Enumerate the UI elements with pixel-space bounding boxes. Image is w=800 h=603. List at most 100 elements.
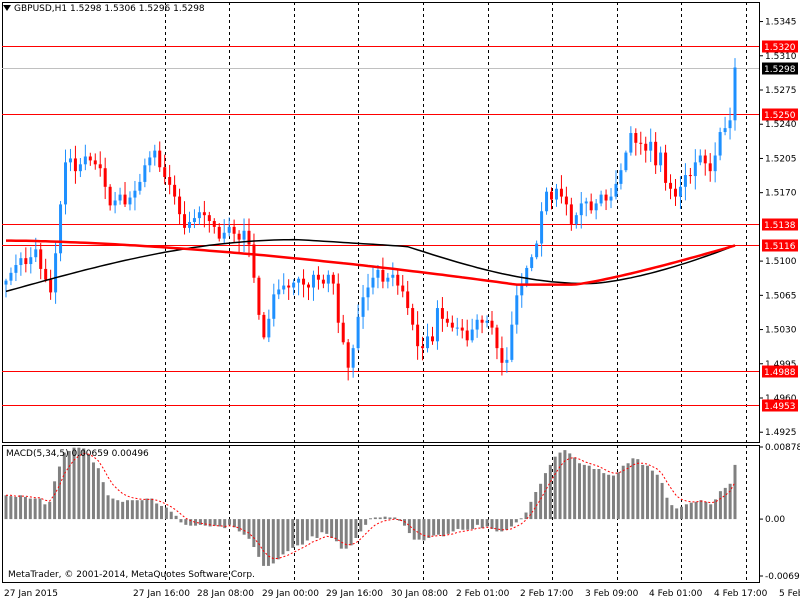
macd-bar xyxy=(228,519,232,525)
macd-bar xyxy=(607,474,611,520)
candle-body xyxy=(564,196,568,205)
candle-body xyxy=(465,330,469,341)
candle-body xyxy=(416,324,420,347)
macd-bar xyxy=(631,458,635,520)
copyright-text: MetaTrader, © 2001-2014, MetaQuotes Soft… xyxy=(8,570,255,580)
macd-bar xyxy=(359,519,363,532)
macd-bar xyxy=(582,464,586,520)
candle-body xyxy=(698,155,702,163)
macd-bar xyxy=(330,519,334,538)
macd-bar xyxy=(650,470,654,520)
candle-body xyxy=(505,359,509,363)
chart-menu-arrow-icon[interactable] xyxy=(3,5,11,11)
candle-body xyxy=(673,188,677,197)
candle-body xyxy=(554,188,558,200)
candle-body xyxy=(282,285,286,290)
candle-body xyxy=(728,120,732,129)
macd-bar xyxy=(135,500,139,520)
macd-bar xyxy=(87,455,91,520)
candle-body xyxy=(133,190,137,198)
macd-bar xyxy=(252,519,256,548)
macd-bar xyxy=(349,519,353,546)
macd-bar xyxy=(296,519,300,546)
macd-bar xyxy=(48,501,52,520)
candle-body xyxy=(401,285,405,292)
x-tick-label: 27 Jan 2015 xyxy=(4,589,58,599)
candle-body xyxy=(24,258,28,265)
macd-bar xyxy=(364,519,368,525)
macd-bar xyxy=(694,501,698,520)
macd-bar xyxy=(432,519,436,536)
macd-bar xyxy=(106,495,110,520)
candle-body xyxy=(584,201,588,204)
y-tick-label: 1.5030 xyxy=(765,326,797,336)
macd-bar xyxy=(646,465,650,520)
chart-canvas[interactable]: 27 Jan 2015 27 Jan 16:00 28 Jan 08:00 29 Ja… xyxy=(0,0,800,600)
macd-bar xyxy=(641,464,645,520)
candle-body xyxy=(153,150,157,158)
candle-body xyxy=(29,257,33,265)
candle-body xyxy=(629,133,633,153)
y-tick-label: 1.5240 xyxy=(765,120,797,130)
candle-body xyxy=(321,279,325,284)
candle-body xyxy=(445,318,449,323)
candle-body xyxy=(197,212,201,219)
candle-body xyxy=(480,319,484,323)
macd-bar xyxy=(626,463,630,520)
candle-body xyxy=(168,177,172,185)
macd-bar xyxy=(43,504,47,520)
macd-bar xyxy=(680,506,684,520)
candle-body xyxy=(83,156,87,165)
candle-body xyxy=(113,200,117,206)
candle-body xyxy=(426,336,430,349)
candle-body xyxy=(202,212,206,216)
macd-bar xyxy=(169,511,173,520)
candle-body xyxy=(88,156,92,161)
candle-body xyxy=(733,67,737,121)
candle-body xyxy=(311,274,315,288)
macd-bar xyxy=(126,500,129,520)
candle-body xyxy=(326,274,330,284)
x-tick-label: 4 Feb 01:00 xyxy=(649,589,703,599)
macd-bar xyxy=(670,505,674,520)
candle-body xyxy=(9,272,13,281)
candle-body xyxy=(93,160,97,165)
candle-body xyxy=(247,230,251,245)
macd-bar xyxy=(553,456,557,520)
macd-bar xyxy=(602,473,606,520)
macd-bar xyxy=(242,519,246,535)
candle-body xyxy=(341,322,345,343)
macd-bar xyxy=(509,519,513,527)
macd-bar xyxy=(495,519,499,532)
macd-y-tick-label: 0.00 xyxy=(765,515,785,525)
macd-bar xyxy=(184,519,188,525)
candle-body xyxy=(287,285,291,288)
macd-bar xyxy=(101,482,105,520)
macd-bar xyxy=(96,468,100,520)
candle-body xyxy=(64,162,68,205)
x-tick-label: 27 Jan 16:00 xyxy=(133,589,190,599)
macd-bar xyxy=(456,519,460,529)
candle-body xyxy=(386,277,390,282)
candle-body xyxy=(693,162,697,177)
macd-bar xyxy=(689,502,693,520)
macd-bar xyxy=(262,519,266,566)
macd-bar xyxy=(38,498,42,520)
macd-bar xyxy=(300,519,304,545)
candle-body xyxy=(599,194,603,204)
candle-body xyxy=(361,297,365,317)
macd-bar xyxy=(310,519,314,537)
macd-header: MACD(5,34,5) 0.00659 0.00496 xyxy=(6,449,149,459)
level-label: 1.4953 xyxy=(764,402,796,412)
candle-body xyxy=(495,327,499,349)
candle-body xyxy=(163,167,167,178)
candle-body xyxy=(718,132,722,156)
candle-body xyxy=(302,278,306,285)
macd-bar xyxy=(339,519,343,549)
macd-bar xyxy=(466,519,470,530)
open-price: 1.5298 xyxy=(70,4,102,14)
macd-bar xyxy=(514,519,518,523)
candle-body xyxy=(574,215,578,224)
candle-body xyxy=(212,221,216,227)
macd-bar xyxy=(33,498,37,520)
